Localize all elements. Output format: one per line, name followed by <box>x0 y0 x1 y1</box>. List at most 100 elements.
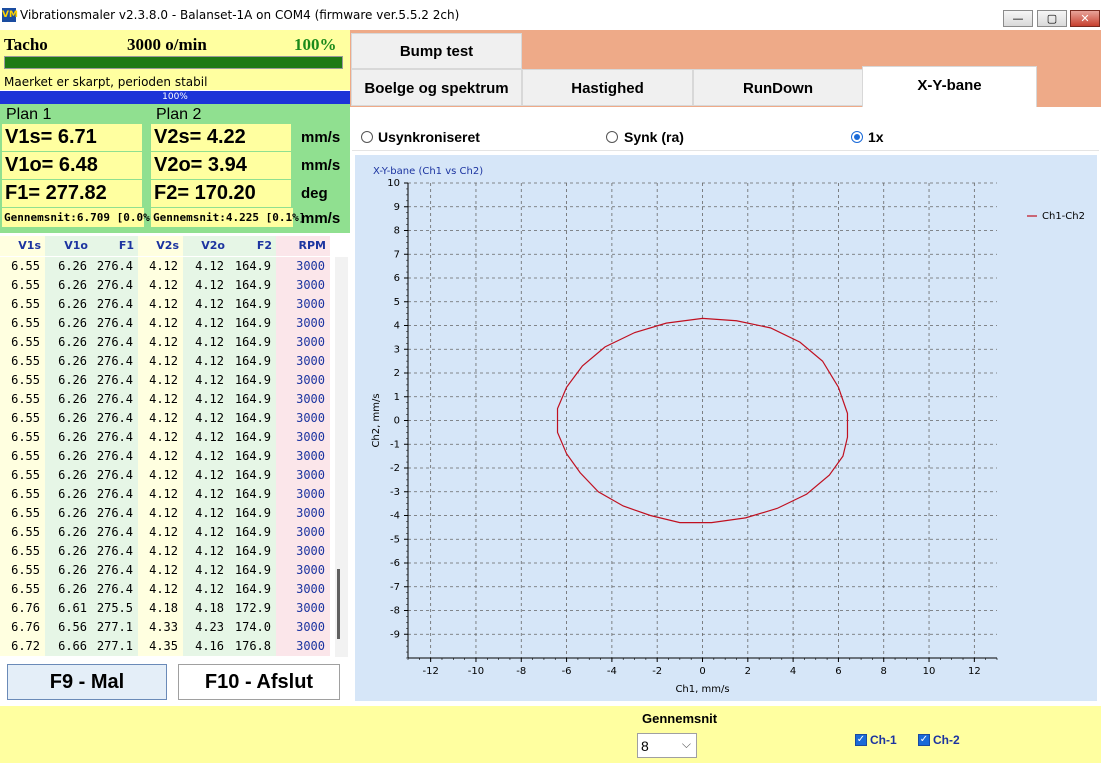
table-row[interactable]: 6.55 6.26 276.4 4.12 4.12 164.9 3000 <box>0 561 335 580</box>
ch1-checkbox[interactable]: ✓ <box>855 734 867 746</box>
column-header-rpm[interactable]: RPM <box>276 236 330 256</box>
column-header-v1o[interactable]: V1o <box>45 236 92 256</box>
ch2-label[interactable]: Ch-2 <box>933 733 960 747</box>
table-row[interactable]: 6.55 6.26 276.4 4.12 4.12 164.9 3000 <box>0 314 335 333</box>
table-row[interactable]: 6.55 6.26 276.4 4.12 4.12 164.9 3000 <box>0 523 335 542</box>
y-tick-label: 9 <box>394 202 400 213</box>
table-row[interactable]: 6.55 6.26 276.4 4.12 4.12 164.9 3000 <box>0 409 335 428</box>
table-row[interactable]: 6.55 6.26 276.4 4.12 4.12 164.9 3000 <box>0 333 335 352</box>
table-cell: 6.55 <box>0 542 45 561</box>
table-cell: 4.12 <box>183 371 229 390</box>
radio-label-synk-ra[interactable]: Synk (ra) <box>624 129 684 145</box>
radio-1x[interactable] <box>851 131 863 143</box>
table-cell: 276.4 <box>92 352 138 371</box>
table-cell: 172.9 <box>229 599 276 618</box>
table-row[interactable]: 6.55 6.26 276.4 4.12 4.12 164.9 3000 <box>0 447 335 466</box>
table-cell: 276.4 <box>92 523 138 542</box>
table-row[interactable]: 6.55 6.26 276.4 4.12 4.12 164.9 3000 <box>0 485 335 504</box>
table-row[interactable]: 6.76 6.61 275.5 4.18 4.18 172.9 3000 <box>0 599 335 618</box>
y-tick-label: -8 <box>390 606 400 617</box>
table-cell: 164.9 <box>229 333 276 352</box>
table-row[interactable]: 6.55 6.26 276.4 4.12 4.12 164.9 3000 <box>0 504 335 523</box>
table-cell: 6.26 <box>45 409 92 428</box>
table-row[interactable]: 6.55 6.26 276.4 4.12 4.12 164.9 3000 <box>0 295 335 314</box>
table-row[interactable]: 6.55 6.26 276.4 4.12 4.12 164.9 3000 <box>0 580 335 599</box>
table-cell: 6.55 <box>0 504 45 523</box>
table-cell: 4.12 <box>138 466 183 485</box>
table-row[interactable]: 6.76 6.56 277.1 4.33 4.23 174.0 3000 <box>0 618 335 637</box>
table-cell: 4.12 <box>138 257 183 276</box>
column-header-v2s[interactable]: V2s <box>138 236 183 256</box>
table-cell: 6.26 <box>45 561 92 580</box>
tab-x-y-bane[interactable]: X-Y-bane <box>862 66 1037 109</box>
table-row[interactable]: 6.55 6.26 276.4 4.12 4.12 164.9 3000 <box>0 276 335 295</box>
table-cell: 3000 <box>276 352 330 371</box>
x-axis-label: Ch1, mm/s <box>675 684 729 695</box>
x-tick-label: 12 <box>968 666 981 677</box>
tab-rundown[interactable]: RunDown <box>693 69 863 106</box>
table-row[interactable]: 6.55 6.26 276.4 4.12 4.12 164.9 3000 <box>0 390 335 409</box>
table-row[interactable]: 6.55 6.26 276.4 4.12 4.12 164.9 3000 <box>0 257 335 276</box>
tacho-rpm: 3000 o/min <box>127 35 207 54</box>
table-cell: 164.9 <box>229 580 276 599</box>
radio-usynkroniseret[interactable] <box>361 131 373 143</box>
tab-hastighed[interactable]: Hastighed <box>522 69 693 106</box>
table-cell: 164.9 <box>229 352 276 371</box>
table-cell: 276.4 <box>92 409 138 428</box>
table-cell: 6.76 <box>0 618 45 637</box>
table-cell: 164.9 <box>229 542 276 561</box>
table-cell: 4.12 <box>183 466 229 485</box>
table-cell: 4.12 <box>183 314 229 333</box>
plan1-title: Plan 1 <box>6 106 52 123</box>
f10-afslut-button[interactable]: F10 - Afslut <box>178 664 340 700</box>
table-row[interactable]: 6.55 6.26 276.4 4.12 4.12 164.9 3000 <box>0 352 335 371</box>
table-cell: 3000 <box>276 561 330 580</box>
tab-boelge-og-spektrum[interactable]: Boelge og spektrum <box>351 69 522 106</box>
scrollbar-thumb[interactable] <box>337 569 340 639</box>
table-row[interactable]: 6.55 6.26 276.4 4.12 4.12 164.9 3000 <box>0 466 335 485</box>
ch1-label[interactable]: Ch-1 <box>870 733 897 747</box>
table-cell: 164.9 <box>229 523 276 542</box>
x-tick-label: 10 <box>923 666 936 677</box>
ch2-checkbox[interactable]: ✓ <box>918 734 930 746</box>
table-cell: 276.4 <box>92 542 138 561</box>
table-cell: 6.26 <box>45 390 92 409</box>
table-cell: 6.55 <box>0 371 45 390</box>
f2-value: F2= 170.20 <box>151 180 291 207</box>
x-tick-label: 0 <box>699 666 705 677</box>
table-cell: 164.9 <box>229 276 276 295</box>
tab-bump-test[interactable]: Bump test <box>351 33 522 69</box>
radio-label-usynkroniseret[interactable]: Usynkroniseret <box>378 129 480 145</box>
table-cell: 164.9 <box>229 390 276 409</box>
minimize-button[interactable]: — <box>1003 10 1033 27</box>
radio-synk-ra[interactable] <box>606 131 618 143</box>
table-cell: 4.12 <box>183 447 229 466</box>
f9-mal-button[interactable]: F9 - Mal <box>7 664 167 700</box>
radio-label-1x[interactable]: 1x <box>868 129 884 145</box>
table-cell: 4.12 <box>138 447 183 466</box>
v1o-value: V1o= 6.48 <box>2 152 142 179</box>
v2o-value: V2o= 3.94 <box>151 152 291 179</box>
x-tick-label: 4 <box>790 666 796 677</box>
table-cell: 164.9 <box>229 504 276 523</box>
average-select[interactable]: 8 ⌵ <box>637 733 697 758</box>
table-cell: 6.26 <box>45 352 92 371</box>
chevron-down-icon: ⌵ <box>681 737 691 751</box>
table-row[interactable]: 6.55 6.26 276.4 4.12 4.12 164.9 3000 <box>0 542 335 561</box>
app-icon: VM <box>2 8 18 22</box>
table-row[interactable]: 6.72 6.66 277.1 4.35 4.16 176.8 3000 <box>0 637 335 656</box>
column-header-v1s[interactable]: V1s <box>0 236 45 256</box>
column-header-f1[interactable]: F1 <box>92 236 138 256</box>
minimize-icon: — <box>1012 12 1024 25</box>
column-header-f2[interactable]: F2 <box>229 236 276 256</box>
table-scrollbar[interactable] <box>335 257 348 657</box>
column-header-v2o[interactable]: V2o <box>183 236 229 256</box>
table-cell: 164.9 <box>229 409 276 428</box>
table-cell: 4.12 <box>138 295 183 314</box>
close-button[interactable]: ✕ <box>1070 10 1100 27</box>
progress-bar: 100% <box>0 91 350 104</box>
title-bar: VM Vibrationsmaler v2.3.8.0 - Balanset-1… <box>0 0 1101 31</box>
maximize-button[interactable]: ▢ <box>1037 10 1067 27</box>
table-row[interactable]: 6.55 6.26 276.4 4.12 4.12 164.9 3000 <box>0 428 335 447</box>
table-row[interactable]: 6.55 6.26 276.4 4.12 4.12 164.9 3000 <box>0 371 335 390</box>
